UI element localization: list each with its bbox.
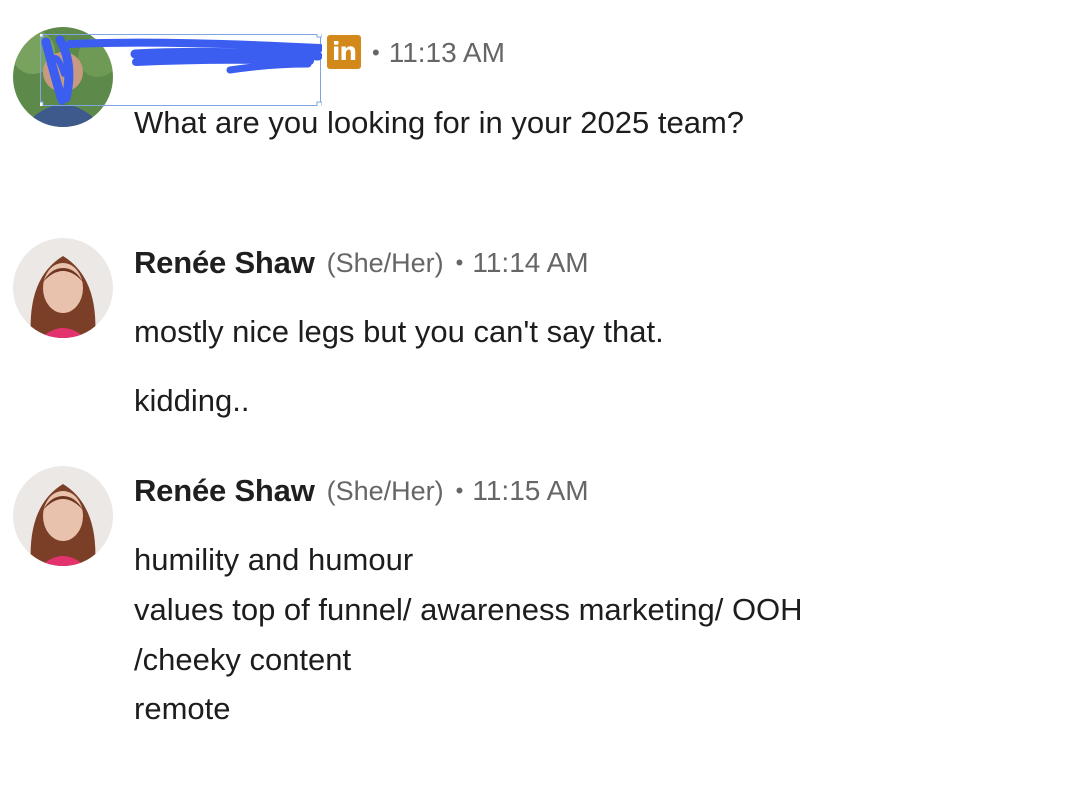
- message-header: Renée Shaw (She/Her) • 11:15 AM: [134, 471, 589, 511]
- avatar[interactable]: [13, 238, 113, 338]
- redaction-scribble: [40, 34, 322, 106]
- sender-name[interactable]: Renée Shaw: [134, 473, 315, 509]
- avatar-image: [13, 238, 113, 338]
- timestamp: 11:13 AM: [388, 37, 505, 68]
- message-text: remote: [134, 691, 231, 726]
- message-text: /cheeky content: [134, 642, 352, 677]
- pronouns: (She/Her): [326, 475, 444, 506]
- avatar[interactable]: [13, 466, 113, 566]
- pronouns: (She/Her): [326, 247, 444, 278]
- message-text: What are you looking for in your 2025 te…: [134, 105, 745, 140]
- avatar-image: [13, 466, 113, 566]
- message-text: values top of funnel/ awareness marketin…: [134, 592, 803, 627]
- separator-dot: •: [455, 250, 464, 275]
- sender-name[interactable]: Renée Shaw: [134, 245, 315, 281]
- message-text: kidding..: [134, 383, 250, 418]
- linkedin-icon: in: [327, 35, 361, 69]
- timestamp: 11:15 AM: [472, 475, 589, 506]
- message-text: humility and humour: [134, 542, 414, 577]
- message-text: mostly nice legs but you can't say that.: [134, 314, 664, 349]
- message-header: • 11:13 AM: [372, 33, 505, 73]
- separator-dot: •: [372, 40, 380, 65]
- message-header: Renée Shaw (She/Her) • 11:14 AM: [134, 243, 589, 283]
- timestamp: 11:14 AM: [472, 247, 589, 278]
- separator-dot: •: [455, 478, 464, 503]
